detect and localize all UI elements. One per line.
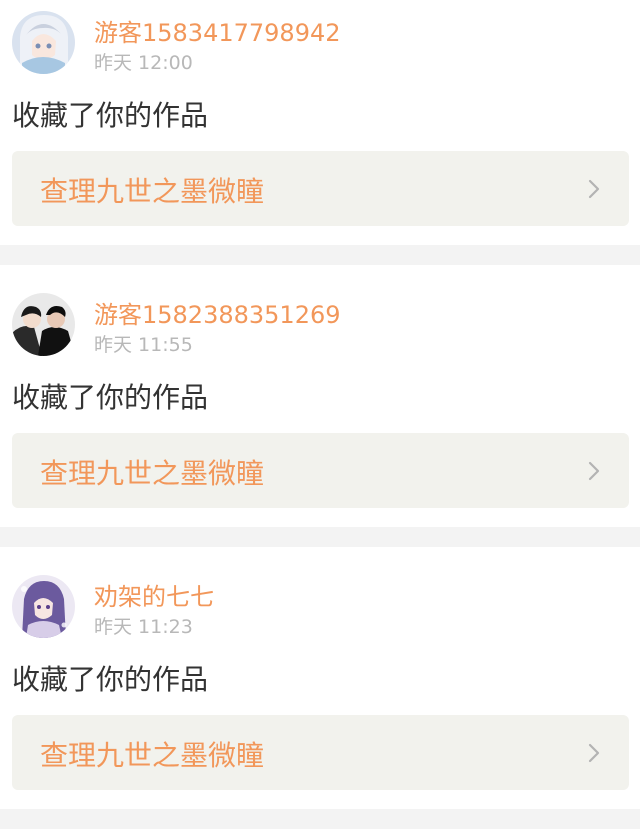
- anime-girl-white-hair-avatar[interactable]: [12, 11, 75, 74]
- work-link[interactable]: 查理九世之墨微瞳: [12, 433, 629, 508]
- work-title: 查理九世之墨微瞳: [40, 175, 265, 208]
- action-text: 收藏了你的作品: [12, 663, 209, 696]
- chevron-right-icon: [588, 743, 600, 763]
- action-text: 收藏了你的作品: [12, 381, 209, 414]
- username[interactable]: 劝架的七七: [94, 577, 214, 612]
- chevron-right-icon: [588, 179, 600, 199]
- notification-feed: 游客1583417798942 昨天 12:00 收藏了你的作品 查理九世之墨微…: [0, 0, 640, 829]
- notification-card: 游客1582388351269 昨天 11:55 收藏了你的作品 查理九世之墨微…: [0, 265, 640, 527]
- timestamp: 昨天 11:55: [94, 334, 193, 356]
- username[interactable]: 游客1583417798942: [94, 13, 341, 48]
- notification-card: 劝架的七七 昨天 11:23 收藏了你的作品 查理九世之墨微瞳: [0, 547, 640, 809]
- chevron-right-icon: [588, 461, 600, 481]
- work-title: 查理九世之墨微瞳: [40, 457, 265, 490]
- username[interactable]: 游客1582388351269: [94, 295, 341, 330]
- action-text: 收藏了你的作品: [12, 99, 209, 132]
- anime-girl-purple-hair-avatar[interactable]: [12, 575, 75, 638]
- work-title: 查理九世之墨微瞳: [40, 739, 265, 772]
- notification-card: 游客1583417798942 昨天 12:00 收藏了你的作品 查理九世之墨微…: [0, 0, 640, 245]
- timestamp: 昨天 12:00: [94, 52, 193, 74]
- two-men-costume-avatar[interactable]: [12, 293, 75, 356]
- work-link[interactable]: 查理九世之墨微瞳: [12, 715, 629, 790]
- timestamp: 昨天 11:23: [94, 616, 193, 638]
- work-link[interactable]: 查理九世之墨微瞳: [12, 151, 629, 226]
